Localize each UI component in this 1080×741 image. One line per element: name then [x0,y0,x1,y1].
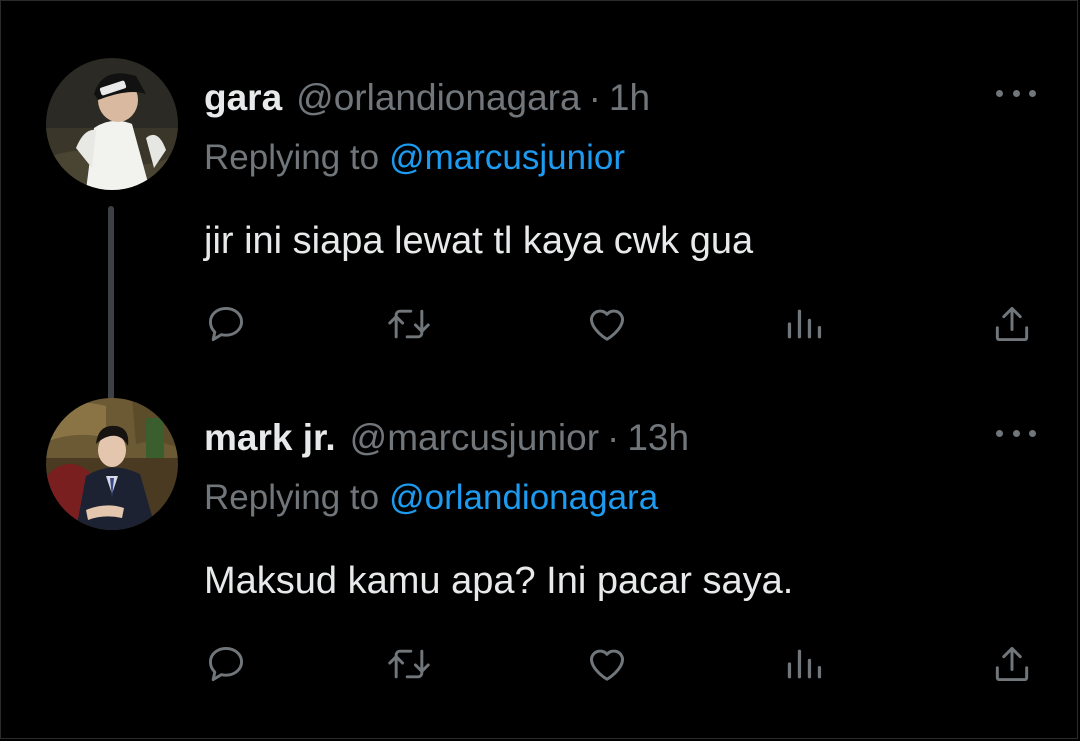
tweet-text: jir ini siapa lewat tl kaya cwk gua [204,220,754,262]
retweet-button[interactable] [383,298,435,350]
share-icon [995,646,1029,682]
replying-to-label: Replying to [204,138,380,177]
display-name[interactable]: gara [204,76,282,120]
reply-icon [208,646,244,682]
replying-to: Replying to @orlandionagara [204,476,658,520]
share-icon [995,306,1029,342]
like-button[interactable] [581,638,633,690]
views-icon [787,649,822,679]
replying-to-label: Replying to [204,478,380,517]
user-handle[interactable]: @marcusjunior [350,416,599,460]
tweet-header: gara @orlandionagara · 1h [204,76,650,120]
like-icon [589,649,625,681]
user-handle[interactable]: @orlandionagara [296,76,580,120]
retweet-button[interactable] [383,638,435,690]
views-button[interactable] [778,638,830,690]
share-button[interactable] [986,638,1038,690]
avatar-photo [46,398,178,530]
avatar[interactable] [46,58,178,190]
retweet-icon [388,309,430,339]
replying-to: Replying to @marcusjunior [204,136,625,180]
action-bar [0,638,1080,690]
retweet-icon [388,649,430,679]
share-button[interactable] [986,298,1038,350]
separator-dot: · [607,417,620,458]
avatar[interactable] [46,398,178,530]
display-name[interactable]: mark jr. [204,416,336,460]
reply-button[interactable] [200,298,252,350]
more-options-icon[interactable] [996,426,1036,440]
tweet-text: Maksud kamu apa? Ini pacar saya. [204,560,794,602]
like-icon [589,309,625,341]
mention-link[interactable]: @orlandionagara [389,478,658,517]
views-button[interactable] [778,298,830,350]
separator-dot: · [588,77,601,118]
avatar-photo [46,58,178,190]
timestamp[interactable]: 1h [609,76,650,120]
tweet-header: mark jr. @marcusjunior · 13h [204,416,689,460]
reply-icon [208,306,244,342]
mention-link[interactable]: @marcusjunior [389,138,625,177]
like-button[interactable] [581,298,633,350]
action-bar [0,298,1080,350]
views-icon [787,309,822,339]
timestamp[interactable]: 13h [627,416,689,460]
reply-button[interactable] [200,638,252,690]
more-options-icon[interactable] [996,86,1036,100]
